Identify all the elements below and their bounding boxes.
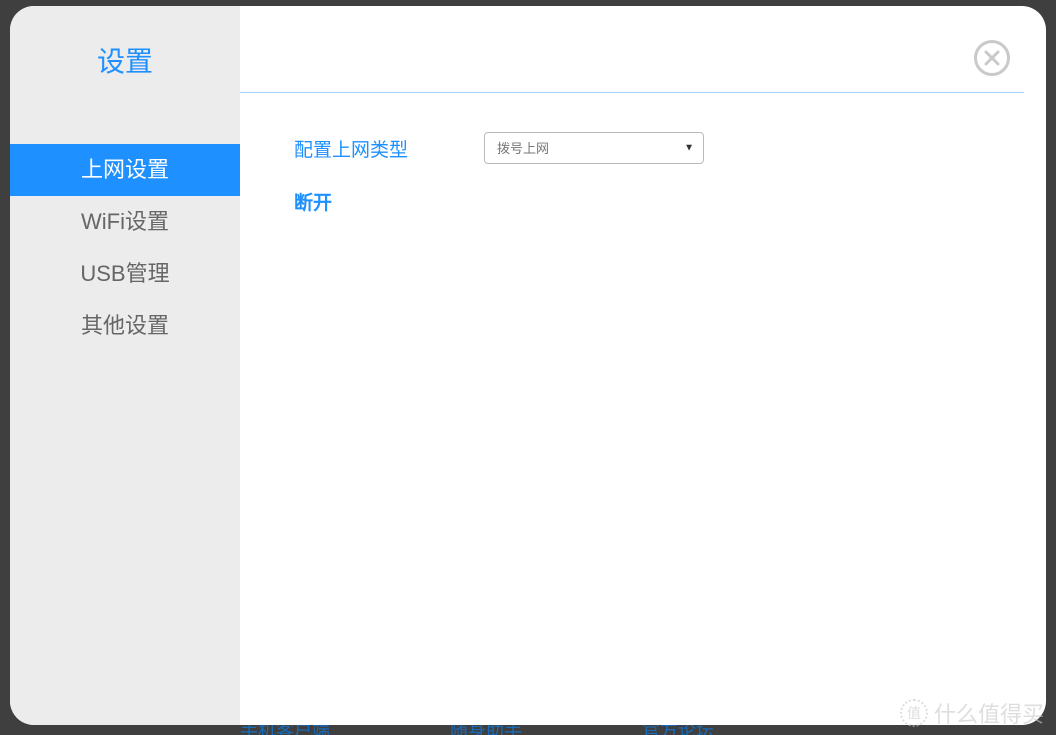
sidebar-item-label: USB管理 (80, 261, 169, 286)
header-divider (240, 92, 1024, 93)
settings-modal: 设置 上网设置 WiFi设置 USB管理 其他设置 配 (10, 6, 1046, 725)
sidebar-title: 设置 (10, 22, 240, 100)
form-area: 配置上网类型 拨号上网 ▼ 断开 (240, 76, 1046, 215)
sidebar-item-other[interactable]: 其他设置 (10, 300, 240, 352)
sidebar-item-network[interactable]: 上网设置 (10, 144, 240, 196)
sidebar-item-wifi[interactable]: WiFi设置 (10, 196, 240, 248)
sidebar-item-label: 上网设置 (81, 157, 169, 182)
sidebar-item-usb[interactable]: USB管理 (10, 248, 240, 300)
network-type-row: 配置上网类型 拨号上网 ▼ (294, 132, 1046, 164)
network-type-select-wrap[interactable]: 拨号上网 ▼ (484, 132, 704, 164)
disconnect-row: 断开 (294, 188, 1046, 215)
sidebar-item-label: WiFi设置 (81, 209, 169, 234)
sidebar-item-label: 其他设置 (81, 313, 169, 338)
network-type-select[interactable]: 拨号上网 (484, 132, 704, 164)
close-icon (984, 50, 1000, 66)
close-button[interactable] (974, 40, 1010, 76)
content-area: 配置上网类型 拨号上网 ▼ 断开 (240, 6, 1046, 725)
network-type-label: 配置上网类型 (294, 135, 484, 162)
sidebar: 设置 上网设置 WiFi设置 USB管理 其他设置 (10, 6, 240, 725)
sidebar-item-list: 上网设置 WiFi设置 USB管理 其他设置 (10, 144, 240, 352)
disconnect-link[interactable]: 断开 (294, 188, 484, 215)
